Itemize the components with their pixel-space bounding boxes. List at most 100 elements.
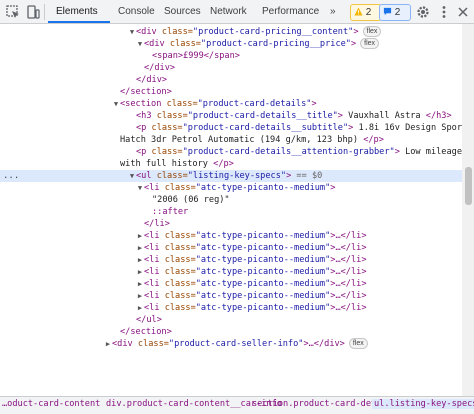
collapse-triangle-icon[interactable]: ▼ — [128, 170, 136, 182]
dom-node-line[interactable]: </li> — [0, 218, 462, 230]
attribute-name: class= — [161, 27, 193, 37]
collapse-triangle-icon[interactable]: ▼ — [136, 38, 144, 50]
vertical-scrollbar[interactable] — [462, 24, 474, 396]
attribute-value: "product-card-details" — [197, 99, 312, 109]
tag-name: <p — [136, 147, 152, 157]
expand-triangle-icon[interactable]: ▶ — [136, 266, 144, 278]
tag-name: <li — [144, 255, 165, 265]
text-content: with full history — [120, 159, 214, 169]
dom-node-line[interactable]: Hatch 3dr Petrol Automatic (194 g/km, 12… — [0, 134, 462, 146]
flex-badge[interactable]: flex — [360, 38, 380, 49]
collapse-triangle-icon[interactable]: ▼ — [136, 182, 144, 194]
tag-close: >…</li> — [330, 279, 367, 289]
elements-dom-tree[interactable]: ▼ <div class="product-card-pricing__cont… — [0, 24, 462, 396]
attribute-value: "listing-key-specs" — [187, 171, 287, 181]
tab-sources[interactable]: Sources — [164, 0, 201, 24]
dom-node-line[interactable]: ▼ <div class="product-card-pricing__cont… — [0, 26, 462, 38]
attribute-name: class= — [156, 171, 188, 181]
flex-badge[interactable]: flex — [348, 338, 368, 349]
flex-badge[interactable]: flex — [362, 26, 382, 37]
attribute-name: class= — [151, 147, 183, 157]
closing-tag: </ul> — [136, 315, 162, 325]
close-devtools-icon[interactable] — [455, 4, 471, 20]
attribute-name: class= — [164, 303, 196, 313]
toolbar-separator — [44, 4, 45, 20]
collapsed-li-row[interactable]: ▶ <li class="atc-type-picanto--medium">…… — [0, 230, 462, 242]
tag-name: <li — [144, 279, 165, 289]
warning-icon — [354, 7, 363, 16]
text-content: Low mileage — [399, 147, 462, 157]
dom-node-line[interactable]: </div> — [0, 62, 462, 74]
attribute-name: class= — [156, 111, 188, 121]
device-toolbar-icon[interactable] — [25, 4, 41, 20]
inspect-element-icon[interactable] — [5, 4, 21, 20]
expand-triangle-icon[interactable]: ▶ — [136, 230, 144, 242]
closing-tag: </h3> — [425, 111, 452, 121]
tag-name: <div — [144, 39, 170, 49]
scrollbar-thumb[interactable] — [465, 167, 472, 205]
dom-node-line[interactable]: ::after — [0, 206, 462, 218]
collapsed-li-row[interactable]: ▶ <li class="atc-type-picanto--medium">…… — [0, 266, 462, 278]
tag-close: > — [353, 27, 359, 37]
dom-node-line[interactable]: <h3 class="product-card-details__title">… — [0, 110, 462, 122]
node-actions-ellipsis[interactable]: ... — [3, 170, 19, 182]
collapse-triangle-icon[interactable]: ▼ — [128, 26, 136, 38]
expand-triangle-icon[interactable]: ▶ — [136, 242, 144, 254]
more-tabs-icon[interactable]: » — [330, 0, 336, 24]
collapsed-li-row[interactable]: ▶ <li class="atc-type-picanto--medium">…… — [0, 302, 462, 314]
attribute-value: "atc-type-picanto--medium" — [195, 291, 331, 301]
dom-node-line[interactable]: ▼ <div class="product-card-pricing__pric… — [0, 38, 462, 50]
dom-node-line[interactable]: ▶ <div class="product-card-seller-info">… — [0, 338, 462, 350]
attribute-name: class= — [164, 255, 196, 265]
pseudo-element: ::after — [152, 207, 189, 217]
message-icon — [383, 7, 392, 16]
messages-badge[interactable]: 2 — [379, 4, 411, 21]
tag-close: >…</li> — [330, 291, 367, 301]
warnings-badge[interactable]: 2 — [350, 4, 382, 21]
tab-console[interactable]: Console — [118, 0, 155, 24]
collapsed-li-row[interactable]: ▶ <li class="atc-type-picanto--medium">…… — [0, 254, 462, 266]
dom-node-line[interactable]: ▼ <li class="atc-type-picanto--medium"> — [0, 182, 462, 194]
more-options-icon[interactable] — [436, 4, 452, 20]
breadcrumb-item[interactable]: …oduct-card-content — [2, 399, 100, 409]
dom-node-line[interactable]: <p class="product-card-details__attentio… — [0, 146, 462, 158]
breadcrumb-item-active[interactable]: ul.listing-key-specs — [372, 399, 474, 409]
collapsed-li-row[interactable]: ▶ <li class="atc-type-picanto--medium">…… — [0, 242, 462, 254]
tag-name: <li — [144, 291, 165, 301]
tab-network[interactable]: Network — [210, 0, 247, 24]
settings-gear-icon[interactable] — [415, 4, 431, 20]
warning-count: 2 — [365, 7, 372, 18]
collapsed-li-row[interactable]: ▶ <li class="atc-type-picanto--medium">…… — [0, 278, 462, 290]
tag-close: > — [350, 39, 357, 49]
attribute-name: class= — [151, 123, 183, 133]
attribute-name: class= — [164, 279, 196, 289]
dom-node-line[interactable]: </div> — [0, 74, 462, 86]
expand-triangle-icon[interactable]: ▶ — [136, 278, 144, 290]
tag-name: <li — [144, 303, 165, 313]
dom-node-line[interactable]: </section> — [0, 86, 462, 98]
tab-performance[interactable]: Performance — [262, 0, 319, 24]
tag-close: >…</li> — [330, 303, 367, 313]
collapse-triangle-icon[interactable]: ▼ — [112, 98, 120, 110]
dom-node-line[interactable]: <span>£999</span> — [0, 50, 462, 62]
dom-node-line[interactable]: </ul> — [0, 314, 462, 326]
attribute-value: "product-card-details__attention-grabber… — [182, 147, 395, 157]
dom-node-line[interactable]: ▼ <section class="product-card-details"> — [0, 98, 462, 110]
expand-triangle-icon[interactable]: ▶ — [104, 338, 112, 350]
expand-triangle-icon[interactable]: ▶ — [136, 254, 144, 266]
tag-name: <div — [112, 339, 138, 349]
attribute-value: "atc-type-picanto--medium" — [195, 231, 331, 241]
collapsed-li-row[interactable]: ▶ <li class="atc-type-picanto--medium">…… — [0, 290, 462, 302]
expand-triangle-icon[interactable]: ▶ — [136, 302, 144, 314]
closing-tag: </section> — [120, 327, 172, 337]
expand-triangle-icon[interactable]: ▶ — [136, 290, 144, 302]
dom-node-line[interactable]: </section> — [0, 326, 462, 338]
selected-dom-node-line[interactable]: ... ▼ <ul class="listing-key-specs"> == … — [0, 170, 462, 182]
devtools-toolbar: Elements Console Sources Network Perform… — [0, 0, 474, 24]
dom-node-line[interactable]: with full history </p> — [0, 158, 462, 170]
attribute-name: class= — [166, 99, 198, 109]
dom-node-line[interactable]: <p class="product-card-details__subtitle… — [0, 122, 462, 134]
dom-node-line[interactable]: "2006 (06 reg)" — [0, 194, 462, 206]
text-content: 1.8i 16v Design Sport — [353, 123, 462, 133]
attribute-value: "atc-type-picanto--medium" — [195, 279, 331, 289]
